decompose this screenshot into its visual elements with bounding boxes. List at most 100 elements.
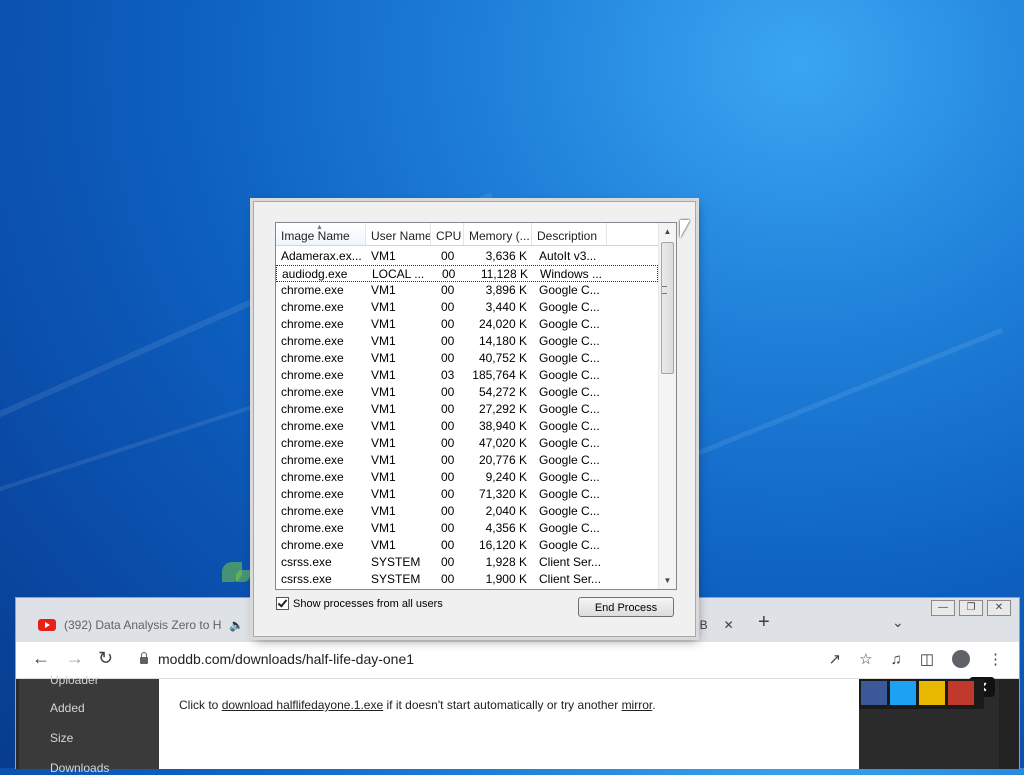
table-row[interactable]: chrome.exe VM1 00 3,440 K Google C... [276, 299, 658, 316]
sort-up-arrow-icon: ▲ [316, 224, 323, 231]
task-manager-window: ▲ Image Name User Name CPU Memory (... D… [253, 201, 696, 637]
cell-cpu: 00 [441, 283, 455, 297]
cell-user-name: VM1 [371, 402, 396, 416]
scroll-down-arrow-icon[interactable]: ▼ [659, 572, 676, 589]
speaker-icon[interactable]: 🔈 [229, 618, 244, 632]
table-row[interactable]: chrome.exe VM1 00 71,320 K Google C... [276, 486, 658, 503]
cell-cpu: 00 [441, 419, 455, 433]
table-row[interactable]: chrome.exe VM1 00 2,040 K Google C... [276, 503, 658, 520]
sidebar-item-size: Size [50, 731, 74, 745]
cell-image-name: Adamerax.ex... [281, 249, 362, 263]
profile-avatar-icon[interactable] [952, 650, 970, 668]
cell-image-name: chrome.exe [281, 334, 344, 348]
table-row[interactable]: csrss.exe SYSTEM 00 1,900 K Client Ser... [276, 571, 658, 588]
cell-image-name: chrome.exe [281, 351, 344, 365]
cell-image-name: chrome.exe [281, 368, 344, 382]
tab-search-chevron-icon[interactable]: ⌄ [892, 614, 904, 631]
cell-cpu: 00 [441, 385, 455, 399]
facebook-icon[interactable] [861, 681, 887, 705]
forward-arrow-icon[interactable]: → [66, 648, 84, 669]
cell-image-name: chrome.exe [281, 317, 344, 331]
download-link[interactable]: download halflifedayone.1.exe [222, 698, 383, 712]
cell-image-name: csrss.exe [281, 572, 332, 586]
cell-memory: 38,940 K [478, 419, 527, 433]
cell-description: Google C... [539, 419, 600, 433]
table-row[interactable]: chrome.exe VM1 00 54,272 K Google C... [276, 384, 658, 401]
column-user-name[interactable]: User Name [366, 223, 431, 245]
cell-memory: 47,020 K [478, 436, 527, 450]
table-row[interactable]: chrome.exe VM1 00 47,020 K Google C... [276, 435, 658, 452]
download-prefix: Click to [179, 698, 222, 712]
twitter-icon[interactable] [890, 681, 916, 705]
table-row[interactable]: chrome.exe VM1 00 4,356 K Google C... [276, 520, 658, 537]
share-icon[interactable]: ↗ [829, 650, 842, 668]
cell-user-name: VM1 [371, 300, 396, 314]
table-row[interactable]: csrss.exe SYSTEM 00 1,928 K Client Ser... [276, 554, 658, 571]
browser-toolbar: ← → ↻ moddb.com/downloads/half-life-day-… [16, 642, 1019, 679]
close-tab-icon[interactable]: ✕ [724, 618, 734, 632]
table-row[interactable]: chrome.exe VM1 00 14,180 K Google C... [276, 333, 658, 350]
bookmark-star-icon[interactable]: ☆ [859, 650, 872, 668]
cell-memory: 1,928 K [485, 555, 527, 569]
close-window-button[interactable]: ✕ [987, 600, 1011, 616]
menu-kebab-icon[interactable]: ⋮ [988, 650, 1003, 668]
table-row[interactable]: chrome.exe VM1 00 24,020 K Google C... [276, 316, 658, 333]
cell-user-name: VM1 [371, 334, 396, 348]
cell-cpu: 00 [441, 487, 455, 501]
cell-user-name: VM1 [371, 521, 396, 535]
column-cpu[interactable]: CPU [431, 223, 464, 245]
cell-image-name: chrome.exe [281, 504, 344, 518]
cell-description: Windows ... [540, 267, 603, 281]
tab-youtube[interactable]: (392) Data Analysis Zero to H 🔈 [24, 608, 278, 642]
address-bar[interactable]: moddb.com/downloads/half-life-day-one1 [132, 646, 770, 672]
cell-memory: 3,636 K [485, 249, 527, 263]
table-row[interactable]: chrome.exe VM1 00 9,240 K Google C... [276, 469, 658, 486]
cell-memory: 71,320 K [478, 487, 527, 501]
table-row[interactable]: chrome.exe VM1 00 3,896 K Google C... [276, 282, 658, 299]
moddb-icon[interactable] [948, 681, 974, 705]
process-list-scrollbar[interactable]: ▲ ▼ [658, 223, 676, 589]
tab-title: (392) Data Analysis Zero to H [64, 618, 222, 632]
checkbox-checked-icon[interactable] [276, 597, 289, 610]
table-row[interactable]: chrome.exe VM1 00 16,120 K Google C... [276, 537, 658, 554]
column-image-name[interactable]: ▲ Image Name [276, 223, 366, 245]
cell-user-name: VM1 [371, 538, 396, 552]
page-scrollbar[interactable] [999, 679, 1019, 769]
cell-cpu: 00 [441, 436, 455, 450]
column-description[interactable]: Description [532, 223, 607, 245]
restore-button[interactable]: ❐ [959, 600, 983, 616]
end-process-button[interactable]: End Process [578, 597, 674, 617]
sidebar-item-uploader: Uploader [50, 673, 99, 687]
cell-memory: 2,040 K [485, 504, 527, 518]
cell-user-name: VM1 [371, 470, 396, 484]
cell-user-name: VM1 [371, 368, 396, 382]
download-message: Click to download halflifedayone.1.exe i… [179, 698, 656, 712]
scroll-up-arrow-icon[interactable]: ▲ [659, 223, 676, 240]
minimize-button[interactable]: — [931, 600, 955, 616]
table-row[interactable]: chrome.exe VM1 00 20,776 K Google C... [276, 452, 658, 469]
media-control-icon[interactable]: ♫ [891, 651, 902, 668]
cell-user-name: VM1 [371, 436, 396, 450]
tab-moddb[interactable]: DB ✕ [691, 608, 734, 642]
cell-user-name: VM1 [371, 317, 396, 331]
mouse-cursor-icon [680, 220, 690, 238]
thumbnail-icon[interactable] [919, 681, 945, 705]
back-arrow-icon[interactable]: ← [32, 648, 50, 669]
table-row[interactable]: chrome.exe VM1 00 27,292 K Google C... [276, 401, 658, 418]
table-row[interactable]: chrome.exe VM1 00 40,752 K Google C... [276, 350, 658, 367]
column-memory[interactable]: Memory (... [464, 223, 532, 245]
table-row[interactable]: chrome.exe VM1 03 185,764 K Google C... [276, 367, 658, 384]
table-row[interactable]: chrome.exe VM1 00 38,940 K Google C... [276, 418, 658, 435]
show-all-users-checkbox[interactable]: Show processes from all users [276, 597, 443, 610]
new-tab-button[interactable]: + [758, 611, 770, 634]
mirror-link[interactable]: mirror [622, 698, 653, 712]
cell-description: Google C... [539, 470, 600, 484]
scroll-thumb[interactable] [661, 242, 674, 374]
table-row[interactable]: audiodg.exe LOCAL ... 00 11,128 K Windows ..… [276, 265, 658, 282]
reload-icon[interactable]: ↻ [98, 648, 113, 669]
side-panel-icon[interactable]: ◫ [920, 650, 934, 668]
cell-user-name: VM1 [371, 504, 396, 518]
cell-cpu: 00 [441, 538, 455, 552]
table-row[interactable]: Adamerax.ex... VM1 00 3,636 K AutoIt v3... [276, 248, 658, 265]
cell-memory: 27,292 K [478, 402, 527, 416]
